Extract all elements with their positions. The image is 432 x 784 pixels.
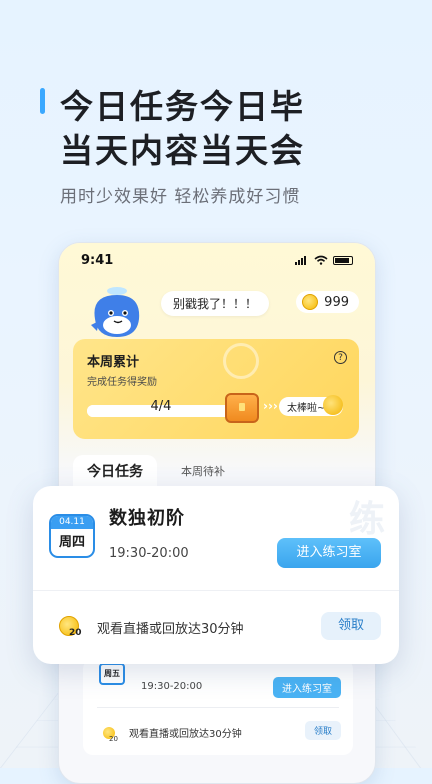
chevrons-icon: ››› [263,399,278,413]
play-decoration-icon [223,343,259,379]
task-text: 观看直播或回放达30分钟 [97,622,244,637]
mini-course-time: 19:30-20:00 [141,681,203,692]
course-time: 19:30-20:00 [109,546,189,561]
coin-count: 999 [324,294,349,310]
battery-icon [333,255,353,265]
calendar-weekday: 周四 [58,535,85,550]
mascot-speech-bubble: 别戳我了！！！ [161,291,270,316]
status-time: 9:41 [81,253,114,268]
mini-task-text: 观看直播或回放达30分钟 [129,729,242,740]
mini-claim-button[interactable]: 领取 [304,721,341,740]
next-course-card: 周五 19:30-20:00 进入练习室 20 观看直播或回放达30分钟 领取 [83,659,353,755]
tab-today[interactable]: 今日任务 [73,455,157,489]
calendar-date: 04.11 [51,516,93,529]
wifi-icon [314,255,328,265]
headline-subtitle: 用时少效果好 轻松养成好习惯 [60,187,301,207]
mini-coin-num: 20 [109,735,118,743]
treasure-chest-icon[interactable] [225,393,259,423]
whale-mascot-icon[interactable] [87,281,145,341]
signal-icon [295,255,309,265]
party-emoji-icon [323,395,343,415]
task-tabs: 今日任务 本周待补 [73,455,359,489]
calendar-icon: 04.11 周四 [49,514,95,558]
weekly-subtitle: 完成任务得奖励 [87,377,157,388]
weekly-title: 本周累计 [87,355,140,370]
coin-icon [302,294,319,310]
status-icons [295,255,353,265]
mini-calendar-icon: 周五 [99,663,125,685]
divider [97,707,339,708]
mini-enter-button[interactable]: 进入练习室 [273,677,341,698]
tab-makeup[interactable]: 本周待补 [163,455,243,489]
enter-classroom-button[interactable]: 进入练习室 [277,538,381,568]
claim-button[interactable]: 领取 [321,612,381,640]
status-bar: 9:41 [59,253,375,271]
headline-line-1: 今日任务今日毕 [60,87,305,126]
weekly-progress-card: 本周累计 完成任务得奖励 ? 4/4 ››› 太棒啦~ [73,339,359,439]
headline-accent-bar [40,88,45,114]
divider [33,590,399,591]
watermark-text: 练 [348,499,385,540]
headline-line-2: 当天内容当天会 [60,131,305,170]
course-card: 练 04.11 周四 数独初阶 19:30-20:00 进入练习室 20 观看直… [33,486,399,664]
weekly-progress-text: 4/4 [150,399,172,414]
course-title: 数独初阶 [109,508,185,529]
coin-reward-num: 20 [69,628,82,638]
coin-balance[interactable]: 999 [296,291,359,313]
help-icon[interactable]: ? [334,351,347,364]
